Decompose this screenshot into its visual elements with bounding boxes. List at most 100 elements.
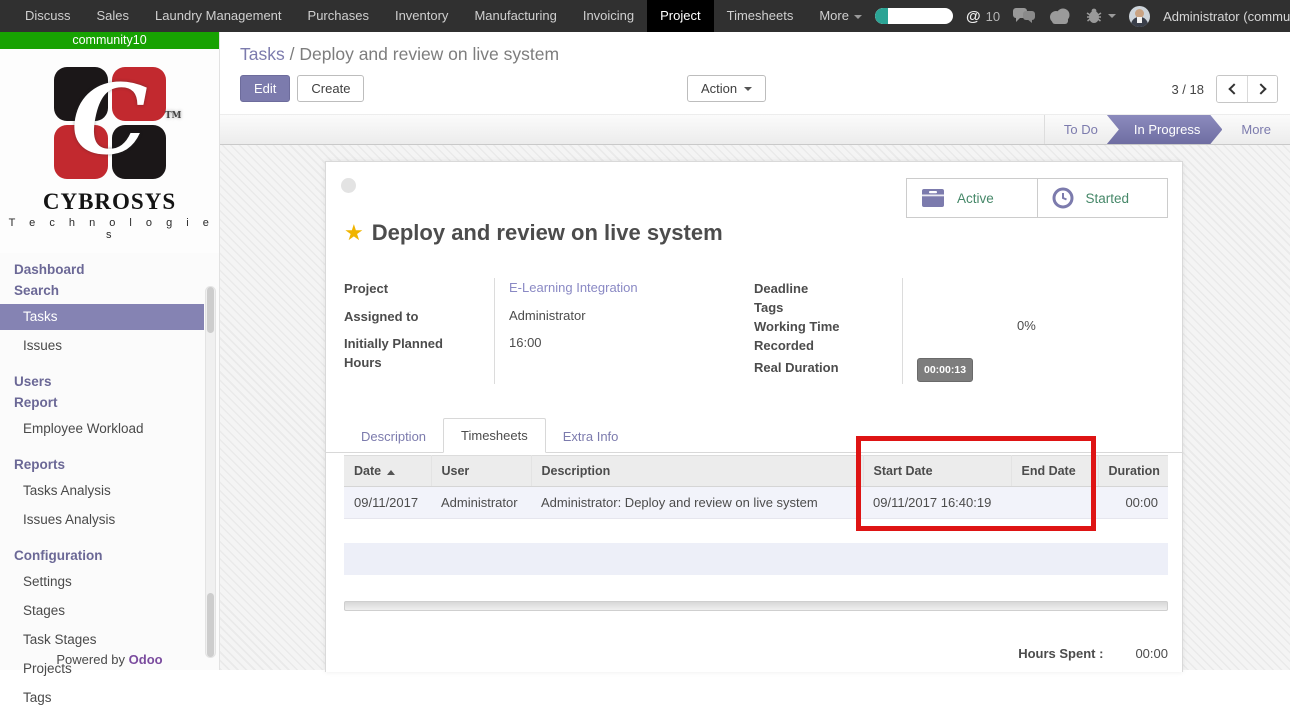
cell-start-date: 09/11/2017 16:40:19 bbox=[863, 487, 1011, 519]
powered-by-text: Powered by bbox=[56, 652, 125, 667]
cell-duration: 00:00 bbox=[1098, 487, 1168, 519]
timer-progress-pill[interactable] bbox=[875, 8, 953, 24]
timer-progress-fill bbox=[875, 8, 888, 24]
field-label-tags: Tags bbox=[754, 297, 902, 316]
sidebar-item-settings[interactable]: Settings bbox=[0, 569, 219, 595]
powered-by: Powered by Odoo bbox=[0, 652, 219, 667]
column-header-start-date[interactable]: Start Date bbox=[863, 456, 1011, 487]
sidebar-item-report[interactable]: Report bbox=[0, 392, 219, 413]
logo-letter: CTM bbox=[54, 61, 166, 179]
chevron-down-icon bbox=[1108, 14, 1116, 18]
active-stat-button[interactable]: Active bbox=[907, 179, 1037, 217]
sidebar-item-configuration[interactable]: Configuration bbox=[0, 545, 219, 566]
cell-user: Administrator bbox=[431, 487, 531, 519]
sidebar-scrollbar[interactable] bbox=[205, 286, 216, 658]
pager-count: 3 / 18 bbox=[1171, 82, 1204, 97]
field-value-project[interactable]: E-Learning Integration bbox=[509, 280, 638, 295]
field-value-working-time-recorded: 0% bbox=[1017, 317, 1036, 335]
menu-inventory[interactable]: Inventory bbox=[382, 0, 461, 32]
main-content: Tasks / Deploy and review on live system… bbox=[220, 32, 1290, 670]
sidebar-item-tasks[interactable]: Tasks bbox=[0, 304, 204, 330]
systray: @ 10 Administrator (commun... bbox=[875, 6, 1290, 27]
stat-button-box: Active Started bbox=[906, 178, 1168, 218]
started-stat-button[interactable]: Started bbox=[1037, 179, 1168, 217]
sidebar-item-dashboard[interactable]: Dashboard bbox=[0, 259, 219, 280]
hours-spent-summary: Hours Spent : 00:00 bbox=[344, 646, 1168, 661]
menu-manufacturing[interactable]: Manufacturing bbox=[461, 0, 569, 32]
empty-list-strip bbox=[344, 543, 1168, 575]
field-value-assigned-to: Administrator bbox=[494, 306, 734, 333]
scrollbar-thumb[interactable] bbox=[207, 593, 214, 657]
menu-sales[interactable]: Sales bbox=[84, 0, 143, 32]
field-value-deadline bbox=[902, 278, 1166, 297]
sidebar-item-stages[interactable]: Stages bbox=[0, 598, 219, 624]
table-row[interactable]: 09/11/2017 Administrator Administrator: … bbox=[344, 487, 1168, 519]
form-sheet: Active Started ★ Deploy and review on li… bbox=[325, 161, 1183, 672]
column-header-description[interactable]: Description bbox=[531, 456, 863, 487]
menu-purchases[interactable]: Purchases bbox=[295, 0, 382, 32]
scrollbar-thumb[interactable] bbox=[207, 287, 214, 333]
favorite-star-icon[interactable]: ★ bbox=[344, 222, 364, 244]
debug-bug-icon[interactable] bbox=[1085, 8, 1116, 24]
sidebar-menu: Dashboard Search Tasks Issues Users Repo… bbox=[0, 253, 219, 711]
control-panel: Tasks / Deploy and review on live system… bbox=[220, 32, 1290, 114]
sidebar-item-tags[interactable]: Tags bbox=[0, 685, 219, 711]
menu-laundry-management[interactable]: Laundry Management bbox=[142, 0, 294, 32]
column-header-user[interactable]: User bbox=[431, 456, 531, 487]
action-dropdown-button[interactable]: Action bbox=[687, 75, 766, 102]
menu-more[interactable]: More bbox=[806, 0, 875, 32]
edit-button[interactable]: Edit bbox=[240, 75, 290, 102]
horizontal-scrollbar[interactable] bbox=[344, 601, 1168, 611]
cybrosys-logo-icon: CTM bbox=[54, 67, 166, 179]
odoo-link[interactable]: Odoo bbox=[129, 652, 163, 667]
column-header-end-date[interactable]: End Date bbox=[1011, 456, 1098, 487]
kanban-state-dot[interactable] bbox=[341, 178, 356, 193]
pager-previous-button[interactable] bbox=[1217, 76, 1247, 102]
sidebar-item-task-stages[interactable]: Task Stages bbox=[0, 627, 219, 653]
sidebar-item-reports[interactable]: Reports bbox=[0, 454, 219, 475]
breadcrumb-tasks[interactable]: Tasks bbox=[240, 44, 285, 64]
sidebar-item-issues[interactable]: Issues bbox=[0, 333, 219, 359]
mentions-counter[interactable]: @ 10 bbox=[966, 8, 1000, 25]
field-label-initially-planned-hours: Initially Planned Hours bbox=[344, 334, 452, 372]
sidebar-item-search[interactable]: Search bbox=[0, 280, 219, 301]
sidebar-item-issues-analysis[interactable]: Issues Analysis bbox=[0, 507, 219, 533]
sidebar-item-tasks-analysis[interactable]: Tasks Analysis bbox=[0, 478, 219, 504]
breadcrumb-separator: / bbox=[290, 44, 295, 64]
stage-more[interactable]: More bbox=[1222, 115, 1290, 144]
column-header-duration[interactable]: Duration bbox=[1098, 456, 1168, 487]
chat-icon[interactable] bbox=[1013, 8, 1035, 24]
chevron-left-icon bbox=[1228, 83, 1239, 94]
field-label-real-duration: Real Duration bbox=[754, 357, 902, 384]
task-title: Deploy and review on live system bbox=[372, 220, 723, 246]
field-label-assigned-to: Assigned to bbox=[344, 306, 494, 333]
field-value-initially-planned-hours: 16:00 bbox=[494, 333, 734, 384]
menu-timesheets[interactable]: Timesheets bbox=[714, 0, 807, 32]
timesheets-table: Date User Description Start Date End Dat… bbox=[344, 455, 1168, 519]
tab-description[interactable]: Description bbox=[344, 420, 443, 453]
stage-to-do[interactable]: To Do bbox=[1045, 115, 1117, 144]
trademark-mark: TM bbox=[165, 57, 182, 175]
create-button[interactable]: Create bbox=[297, 75, 364, 102]
tab-timesheets[interactable]: Timesheets bbox=[443, 418, 546, 453]
field-group-right: Deadline Tags Working Time Recorded 0% R… bbox=[754, 278, 1166, 384]
sidebar: community10 CTM CYBROSYS T e c h n o l o… bbox=[0, 32, 220, 670]
menu-invoicing[interactable]: Invoicing bbox=[570, 0, 647, 32]
company-logo: CTM CYBROSYS T e c h n o l o g i e s bbox=[0, 49, 219, 253]
sort-ascending-icon bbox=[387, 470, 395, 475]
stage-in-progress[interactable]: In Progress bbox=[1107, 115, 1222, 144]
avatar[interactable] bbox=[1129, 6, 1150, 27]
pager-next-button[interactable] bbox=[1247, 76, 1277, 102]
field-group-left: Project E-Learning Integration Assigned … bbox=[344, 278, 734, 384]
user-menu[interactable]: Administrator (commun... bbox=[1163, 9, 1290, 24]
column-header-date[interactable]: Date bbox=[344, 456, 431, 487]
form-view-background: Active Started ★ Deploy and review on li… bbox=[220, 145, 1290, 670]
sidebar-item-employee-workload[interactable]: Employee Workload bbox=[0, 416, 219, 442]
menu-project[interactable]: Project bbox=[647, 0, 713, 32]
sidebar-item-users[interactable]: Users bbox=[0, 371, 219, 392]
menu-discuss[interactable]: Discuss bbox=[12, 0, 84, 32]
cloud-icon[interactable] bbox=[1048, 8, 1072, 24]
pager: 3 / 18 bbox=[1171, 75, 1278, 103]
avatar-collar bbox=[1137, 17, 1142, 23]
tab-extra-info[interactable]: Extra Info bbox=[546, 420, 636, 453]
